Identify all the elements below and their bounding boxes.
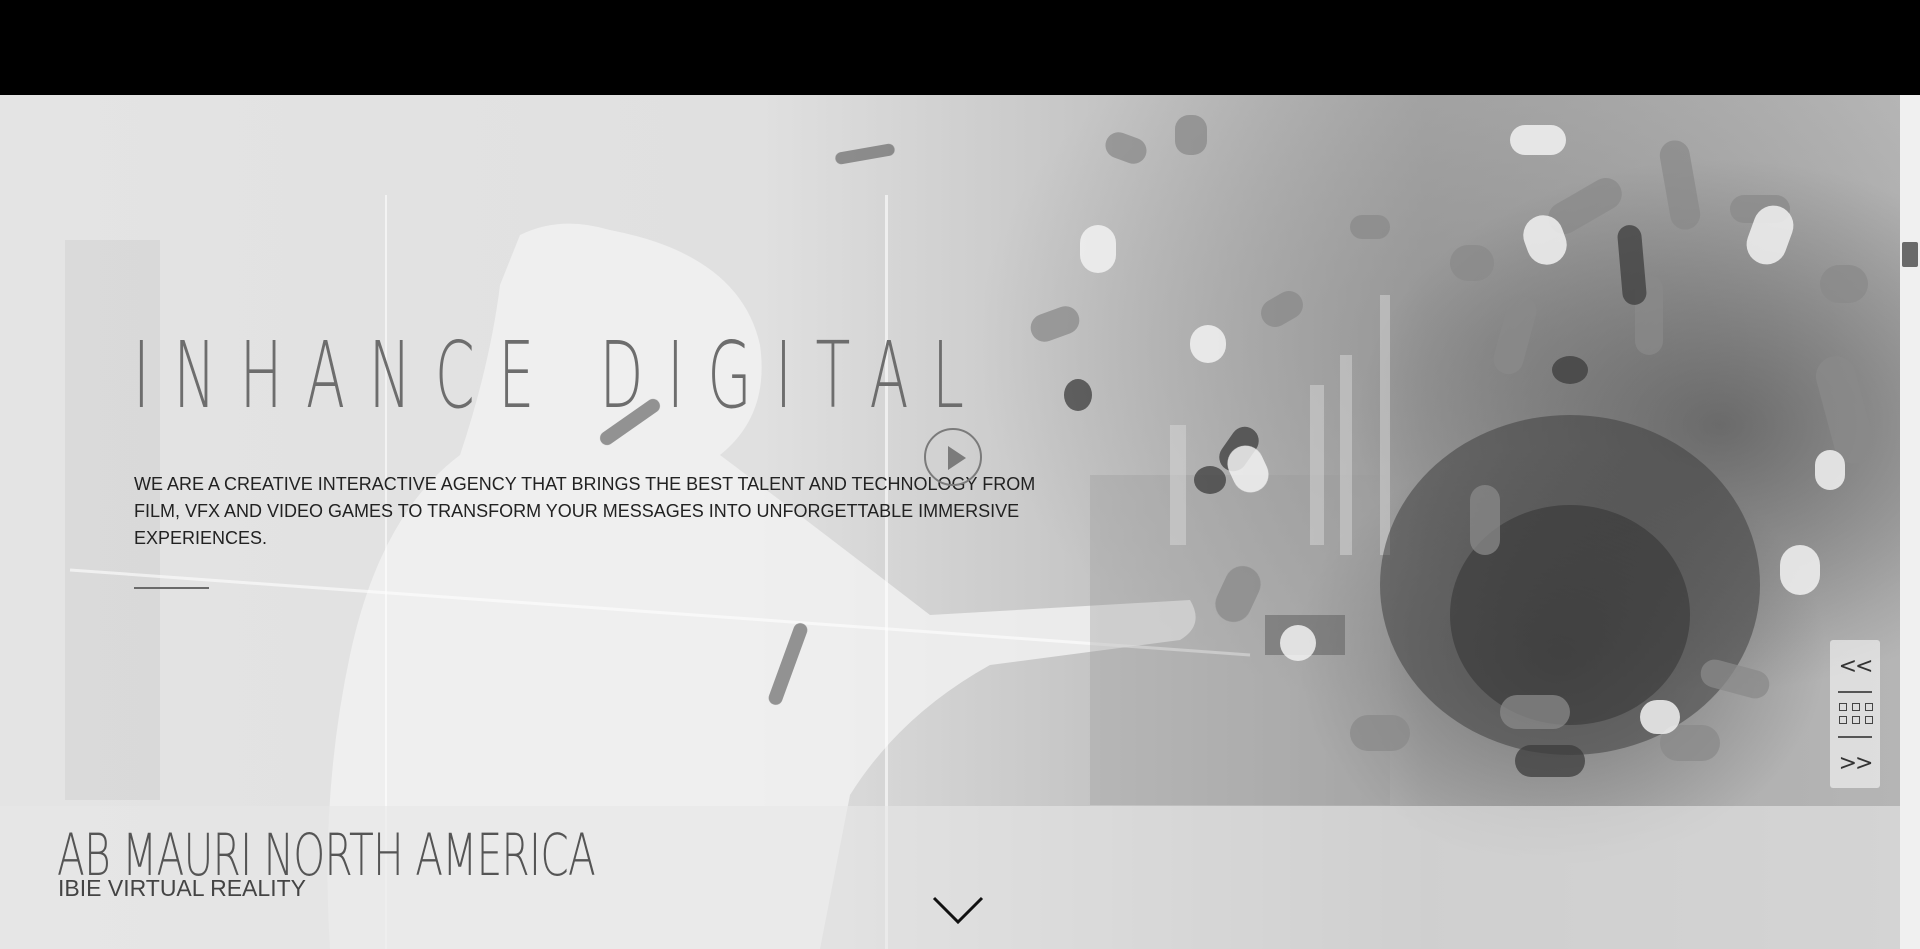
divider <box>134 587 209 589</box>
top-header-bar <box>0 0 1920 95</box>
play-icon <box>948 446 966 470</box>
slide-navigation: << >> <box>1830 640 1880 788</box>
prev-slide-button[interactable]: << <box>1830 647 1880 687</box>
chevron-down-icon[interactable] <box>930 892 986 928</box>
play-button[interactable] <box>924 428 982 486</box>
project-name[interactable]: IBIE VIRTUAL REALITY <box>58 875 306 902</box>
pager-divider <box>1838 736 1872 738</box>
scrollbar-track[interactable] <box>1900 95 1920 949</box>
scrollbar-thumb[interactable] <box>1902 242 1918 267</box>
pager-divider <box>1838 691 1872 693</box>
chevron-double-left-icon: << <box>1838 654 1874 679</box>
hero-intro-text: WE ARE A CREATIVE INTERACTIVE AGENCY THA… <box>134 474 1036 548</box>
grid-icon[interactable] <box>1839 703 1873 727</box>
next-slide-button[interactable]: >> <box>1830 744 1880 784</box>
chevron-double-right-icon: >> <box>1838 751 1874 776</box>
hero-title: INHANCE DIGITAL <box>133 322 988 429</box>
